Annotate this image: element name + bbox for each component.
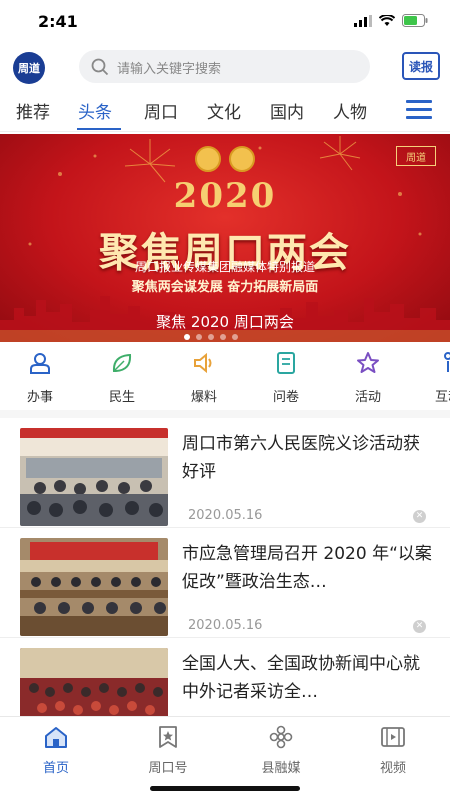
nav-home[interactable]: 首页: [26, 725, 86, 776]
section-divider: [0, 410, 450, 418]
tab-culture[interactable]: 文化: [207, 98, 241, 123]
cppcc-emblem-icon: [229, 146, 255, 172]
status-icons: [354, 14, 428, 27]
news-thumbnail: [20, 538, 168, 636]
news-list: 周口市第六人民医院义诊活动获好评 2020.05.16 ✕ 市应急管理局召开 2…: [0, 418, 450, 718]
film-icon: [381, 727, 405, 747]
bookmark-star-icon: [159, 726, 177, 748]
news-date: 2020.05.16: [188, 618, 263, 633]
banner-caption: 聚焦 2020 周口两会: [156, 313, 294, 331]
dismiss-icon[interactable]: ✕: [413, 620, 426, 633]
channel-tabs: 推荐 头条 周口 文化 国内 人物: [0, 90, 450, 132]
quick-entry-livelihood[interactable]: 民生: [102, 350, 142, 405]
news-item[interactable]: 周口市第六人民医院义诊活动获好评 2020.05.16 ✕: [0, 418, 450, 528]
news-thumbnail: [20, 428, 168, 526]
read-paper-button[interactable]: 读报: [402, 52, 440, 80]
emblems: [195, 146, 255, 172]
home-indicator: [150, 786, 300, 791]
news-title: 市应急管理局召开 2020 年“以案促改”暨政治生态…: [182, 544, 432, 592]
dismiss-icon[interactable]: ✕: [413, 510, 426, 523]
news-title: 周口市第六人民医院义诊活动获好评: [182, 434, 420, 482]
leaf-icon: [112, 353, 132, 372]
person-icon: [444, 352, 450, 372]
quick-entry-services[interactable]: 办事: [20, 350, 60, 405]
tab-recommend[interactable]: 推荐: [16, 98, 50, 123]
form-icon: [277, 352, 295, 374]
news-thumbnail: [20, 648, 168, 718]
news-item[interactable]: 市应急管理局召开 2020 年“以案促改”暨政治生态… 2020.05.16 ✕: [0, 528, 450, 638]
quick-entry-interaction[interactable]: 互动: [428, 350, 450, 405]
banner-brand-logo: 周道: [396, 146, 436, 166]
app-header: 周道 请输入关键字搜索 读报: [0, 44, 450, 88]
news-item[interactable]: 全国人大、全国政协新闻中心就中外记者采访全…: [0, 638, 450, 718]
app-logo[interactable]: 周道: [13, 52, 45, 84]
search-placeholder: 请输入关键字搜索: [117, 62, 222, 77]
home-icon: [45, 727, 67, 748]
signal-icon: [354, 14, 372, 27]
flower-icon: [269, 725, 293, 749]
speaker-icon: [194, 352, 212, 374]
nav-county-media[interactable]: 县融媒: [251, 725, 311, 776]
news-date: 2020.05.16: [188, 508, 263, 523]
tab-zhoukou[interactable]: 周口: [144, 98, 178, 123]
status-time: 2:41: [38, 12, 78, 31]
nav-video[interactable]: 视频: [363, 725, 423, 776]
status-bar: 2:41: [0, 0, 450, 44]
search-input[interactable]: 请输入关键字搜索: [79, 50, 370, 83]
search-icon: [91, 58, 109, 76]
banner-carousel[interactable]: 周道 2020 聚焦周口两会 周口报业传媒集团融媒体特别报道 聚焦两会谋发展 奋…: [0, 134, 450, 342]
tab-people[interactable]: 人物: [333, 98, 367, 123]
active-tab-underline: [77, 128, 121, 130]
news-title: 全国人大、全国政协新闻中心就中外记者采访全…: [182, 654, 420, 702]
battery-icon: [402, 14, 428, 27]
carousel-indicator: [184, 334, 238, 340]
quick-entry-survey[interactable]: 问卷: [266, 350, 306, 405]
banner-subtitle: 周口报业传媒集团融媒体特别报道: [134, 260, 315, 274]
user-badge-icon: [30, 353, 50, 374]
tab-domestic[interactable]: 国内: [270, 98, 304, 123]
star-icon: [357, 352, 379, 373]
quick-entry-tipoff[interactable]: 爆料: [184, 350, 224, 405]
quick-entry-events[interactable]: 活动: [348, 350, 388, 405]
quick-entries: 办事 民生 爆料 问卷 活动 互动: [0, 344, 450, 406]
wifi-icon: [379, 14, 395, 26]
nav-zhoukou-account[interactable]: 周口号: [138, 725, 198, 776]
tab-headlines[interactable]: 头条: [78, 98, 112, 123]
banner-year: 2020: [173, 176, 277, 216]
channel-menu-icon[interactable]: [406, 100, 432, 120]
national-emblem-icon: [195, 146, 221, 172]
